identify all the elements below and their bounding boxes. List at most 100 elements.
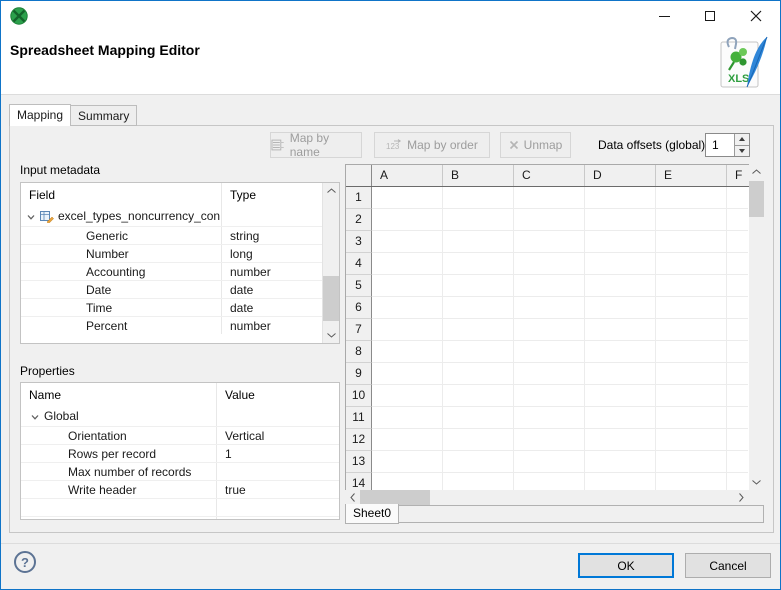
grid-cell[interactable] [443,187,514,209]
grid-cell[interactable] [514,275,585,297]
grid-cell[interactable] [514,319,585,341]
property-row[interactable]: Write header true [21,480,339,498]
grid-cell[interactable] [443,385,514,407]
data-offsets-value[interactable]: 1 [706,134,734,156]
grid-cell[interactable] [727,209,748,231]
grid-cell[interactable] [585,341,656,363]
maximize-button[interactable] [688,1,732,31]
scrollbar-thumb[interactable] [323,275,339,321]
grid-cell[interactable] [514,473,585,490]
grid-cell[interactable] [514,253,585,275]
ok-button[interactable]: OK [578,553,674,578]
grid-row-header[interactable]: 13 [346,451,372,473]
grid-cell[interactable] [443,231,514,253]
grid-row-header[interactable]: 2 [346,209,372,231]
grid-column-header[interactable]: D [585,165,656,186]
map-by-order-button[interactable]: 123 Map by order [374,132,490,158]
column-header-field[interactable]: Field [21,183,221,207]
grid-cell[interactable] [443,341,514,363]
grid-cell[interactable] [727,319,748,341]
grid-row-header[interactable]: 5 [346,275,372,297]
grid-cell[interactable] [514,209,585,231]
grid-cell[interactable] [656,231,727,253]
grid-row-header[interactable]: 10 [346,385,372,407]
grid-cell[interactable] [443,451,514,473]
grid-cell[interactable] [514,451,585,473]
grid-cell[interactable] [372,187,443,209]
metadata-record-row[interactable]: excel_types_noncurrency_con [21,207,322,226]
minimize-button[interactable] [642,1,686,31]
metadata-field-row[interactable]: Accounting number [21,262,322,280]
grid-cell[interactable] [656,451,727,473]
grid-cell[interactable] [372,473,443,490]
grid-cell[interactable] [585,429,656,451]
unmap-button[interactable]: Unmap [500,132,571,158]
grid-horizontal-scrollbar[interactable] [345,490,749,505]
scroll-down-button[interactable] [323,328,339,343]
grid-cell[interactable] [727,451,748,473]
grid-cell[interactable] [514,385,585,407]
grid-cell[interactable] [372,407,443,429]
property-row[interactable]: Orientation Vertical [21,426,339,444]
grid-row-header[interactable]: 6 [346,297,372,319]
grid-cell[interactable] [514,407,585,429]
grid-cell[interactable] [727,473,748,490]
grid-cell[interactable] [372,209,443,231]
grid-cell[interactable] [585,231,656,253]
grid-cell[interactable] [585,363,656,385]
grid-cell[interactable] [585,297,656,319]
grid-cell[interactable] [372,363,443,385]
grid-cell[interactable] [443,209,514,231]
grid-cell[interactable] [514,341,585,363]
grid-column-header[interactable]: A [372,165,443,186]
grid-cell[interactable] [372,319,443,341]
properties-group-row[interactable]: Global [21,407,339,426]
map-by-name-button[interactable]: Map by name [270,131,362,159]
metadata-field-row[interactable]: Percent number [21,316,322,334]
grid-cell[interactable] [372,253,443,275]
grid-cell[interactable] [372,385,443,407]
data-offsets-spinner[interactable]: 1 [705,133,750,157]
scroll-up-button[interactable] [749,164,764,179]
scroll-right-button[interactable] [734,490,749,505]
grid-column-header[interactable]: E [656,165,727,186]
grid-cell[interactable] [585,275,656,297]
grid-row-header[interactable]: 1 [346,187,372,209]
metadata-scrollbar[interactable] [322,183,339,343]
grid-cell[interactable] [656,187,727,209]
grid-corner-cell[interactable] [346,165,372,186]
scrollbar-thumb[interactable] [360,490,430,505]
grid-cell[interactable] [656,363,727,385]
grid-cell[interactable] [443,429,514,451]
grid-cell[interactable] [372,275,443,297]
grid-cell[interactable] [656,473,727,490]
grid-row-header[interactable]: 8 [346,341,372,363]
grid-row-header[interactable]: 12 [346,429,372,451]
grid-cell[interactable] [443,319,514,341]
metadata-field-row[interactable]: Date date [21,280,322,298]
grid-row-header[interactable]: 9 [346,363,372,385]
grid-cell[interactable] [727,275,748,297]
grid-cell[interactable] [443,297,514,319]
tab-summary[interactable]: Summary [70,105,138,126]
scroll-up-button[interactable] [323,183,339,198]
grid-column-header[interactable]: B [443,165,514,186]
grid-cell[interactable] [514,187,585,209]
grid-cell[interactable] [585,253,656,275]
grid-cell[interactable] [372,231,443,253]
sheet-tab[interactable]: Sheet0 [345,504,400,524]
metadata-field-row[interactable]: Time date [21,298,322,316]
grid-cell[interactable] [656,341,727,363]
property-row[interactable]: Rows per record 1 [21,444,339,462]
column-header-name[interactable]: Name [21,383,216,407]
close-button[interactable] [734,1,778,31]
grid-cell[interactable] [727,385,748,407]
grid-row-header[interactable]: 14 [346,473,372,490]
grid-cell[interactable] [727,253,748,275]
column-header-value[interactable]: Value [216,383,339,407]
grid-cell[interactable] [585,319,656,341]
grid-cell[interactable] [514,363,585,385]
grid-cell[interactable] [656,253,727,275]
grid-cell[interactable] [727,407,748,429]
grid-vertical-scrollbar[interactable] [749,164,764,490]
